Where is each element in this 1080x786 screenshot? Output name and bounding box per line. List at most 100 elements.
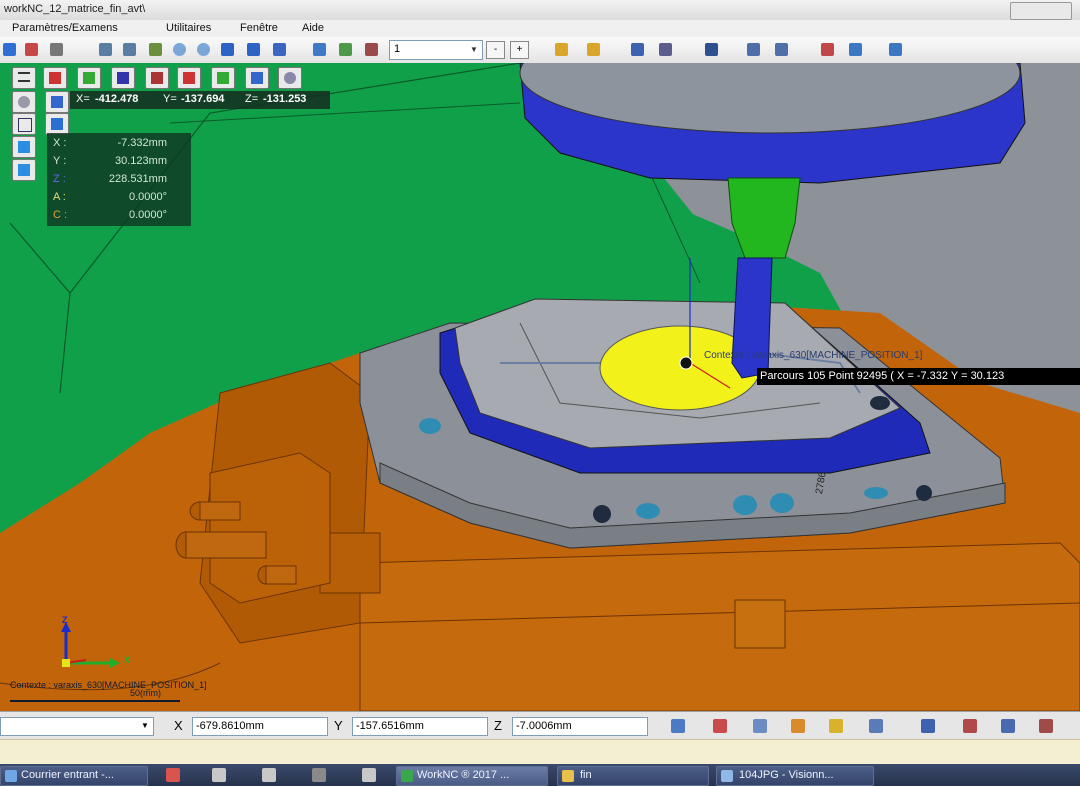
tool-button-5[interactable] <box>120 40 139 59</box>
toolpath-tooltip-text: Parcours 105 Point 92495 ( X = -7.332 Y … <box>760 370 1005 382</box>
cursor-x-label: X= <box>76 93 90 105</box>
zoom-fit-icon[interactable] <box>278 67 302 89</box>
tool-button-13[interactable] <box>772 40 791 59</box>
view-back-icon[interactable] <box>77 67 101 89</box>
tool-button-3[interactable] <box>47 40 66 59</box>
dro-value-y: 30.123mm <box>115 155 167 167</box>
view-right-icon[interactable] <box>211 67 235 89</box>
quicklaunch-icon-4[interactable] <box>312 768 326 782</box>
view-button-2[interactable] <box>336 40 355 59</box>
tool-button-8[interactable] <box>584 40 603 59</box>
section-icon[interactable] <box>866 716 886 736</box>
toolpath-tooltip: Parcours 105 Point 92495 ( X = -7.332 Y … <box>757 368 1080 385</box>
chevron-down-icon: ▼ <box>141 721 149 730</box>
view-iso-icon[interactable] <box>245 67 269 89</box>
taskbar-item-viewer[interactable]: 104JPG - Visionn... <box>716 766 874 786</box>
status-y-value: -157.6516mm <box>356 720 424 732</box>
layer-combo-value: 1 <box>394 43 401 55</box>
menu-fenetre[interactable]: Fenêtre <box>240 22 278 34</box>
menu-utilitaires[interactable]: Utilitaires <box>166 22 211 34</box>
decrement-button[interactable]: - <box>486 41 505 59</box>
tool-button-4[interactable] <box>96 40 115 59</box>
view-button-3[interactable] <box>362 40 381 59</box>
rotate-tool-icon[interactable] <box>788 716 808 736</box>
view-bottom-icon[interactable] <box>145 67 169 89</box>
window-controls[interactable] <box>1010 2 1072 20</box>
quicklaunch-icon-5[interactable] <box>362 768 376 782</box>
dro-axis-y: Y : <box>53 155 67 167</box>
dro-axis-a: A : <box>53 191 66 203</box>
tool-button-1[interactable] <box>0 40 19 59</box>
tool-button-16[interactable] <box>886 40 905 59</box>
tool-button-9[interactable] <box>628 40 647 59</box>
dro-value-z: 228.531mm <box>108 173 167 185</box>
window-title: workNC_12_matrice_fin_avt\ <box>4 3 146 15</box>
taskbar-item-folder[interactable]: fin <box>557 766 709 786</box>
pan-icon[interactable] <box>218 40 237 59</box>
tool-button-12[interactable] <box>744 40 763 59</box>
tool-button-6[interactable] <box>146 40 165 59</box>
view-top-icon[interactable] <box>111 67 135 89</box>
quicklaunch-icon-1[interactable] <box>166 768 180 782</box>
tool-button-11[interactable] <box>702 40 721 59</box>
status-x-field[interactable]: -679.8610mm <box>192 717 328 736</box>
fit-view-icon[interactable] <box>270 40 289 59</box>
cube-icon-2[interactable] <box>12 159 36 181</box>
view-button-1[interactable] <box>310 40 329 59</box>
shaded-view-icon[interactable] <box>45 113 69 135</box>
axis-triad-icon[interactable] <box>45 91 69 113</box>
taskbar-item-mail-label: Courrier entrant -... <box>21 769 114 781</box>
scale-bar <box>10 700 180 702</box>
context-bottom-label: Contexte : varaxis_630[MACHINE_POSITION_… <box>10 680 207 690</box>
taskbar-item-worknc-label: WorkNC ® 2017 ... <box>417 769 510 781</box>
axis-display-icon[interactable] <box>12 91 36 113</box>
increment-button[interactable]: + <box>510 41 529 59</box>
view-left-icon[interactable] <box>177 67 201 89</box>
cursor-y-value: -137.694 <box>181 93 225 105</box>
tool-button-7[interactable] <box>552 40 571 59</box>
dro-value-c: 0.0000° <box>128 209 167 221</box>
status-z-label: Z <box>494 718 502 733</box>
status-z-field[interactable]: -7.0006mm <box>512 717 648 736</box>
cursor-x-value: -412.478 <box>95 93 139 105</box>
rotate-icon[interactable] <box>244 40 263 59</box>
zoom-window-icon[interactable] <box>194 40 213 59</box>
chevron-down-icon: ▼ <box>470 45 478 54</box>
context-label: Contexte : varaxis_630[MACHINE_POSITION_… <box>704 350 923 361</box>
quicklaunch-icon-2[interactable] <box>212 768 226 782</box>
print-icon[interactable] <box>1036 716 1056 736</box>
cube-icon-1[interactable] <box>12 136 36 158</box>
measure-icon[interactable] <box>750 716 770 736</box>
toolpath-icon[interactable] <box>960 716 980 736</box>
taskbar: Courrier entrant -... WorkNC ® 2017 ... … <box>0 764 1080 786</box>
taskbar-item-mail[interactable]: Courrier entrant -... <box>0 766 148 786</box>
tool-button-10[interactable] <box>656 40 675 59</box>
layer-combo[interactable]: 1 ▼ <box>389 40 483 60</box>
hamburger-icon[interactable] <box>12 67 36 89</box>
menu-parametres[interactable]: Paramètres/Examens <box>12 22 118 34</box>
report-icon[interactable] <box>998 716 1018 736</box>
dro-axis-z: Z : <box>53 173 66 185</box>
context-select[interactable]: ▼ <box>0 717 154 736</box>
info-icon[interactable] <box>918 716 938 736</box>
mail-icon <box>5 770 17 782</box>
status-x-value: -679.8610mm <box>196 720 264 732</box>
analysis-icon[interactable] <box>826 716 846 736</box>
quicklaunch-icon-3[interactable] <box>262 768 276 782</box>
zoom-icon[interactable] <box>170 40 189 59</box>
3d-viewport[interactable]: X= -412.478 Y= -137.694 Z= -131.253 X : … <box>0 63 1080 711</box>
taskbar-item-worknc[interactable]: WorkNC ® 2017 ... <box>396 766 548 786</box>
image-viewer-icon <box>721 770 733 782</box>
status-y-field[interactable]: -157.6516mm <box>352 717 488 736</box>
snap-icon[interactable] <box>710 716 730 736</box>
view-front-icon[interactable] <box>43 67 67 89</box>
cursor-coordinate-bar: X= -412.478 Y= -137.694 Z= -131.253 <box>70 91 330 109</box>
coordinate-status-bar: ▼ X -679.8610mm Y -157.6516mm Z -7.0006m… <box>0 711 1080 740</box>
menu-aide[interactable]: Aide <box>302 22 324 34</box>
wireframe-icon[interactable] <box>12 113 36 135</box>
tool-button-14[interactable] <box>818 40 837 59</box>
pick-icon[interactable] <box>668 716 688 736</box>
taskbar-item-folder-label: fin <box>580 769 592 781</box>
tool-button-15[interactable] <box>846 40 865 59</box>
tool-button-2[interactable] <box>22 40 41 59</box>
